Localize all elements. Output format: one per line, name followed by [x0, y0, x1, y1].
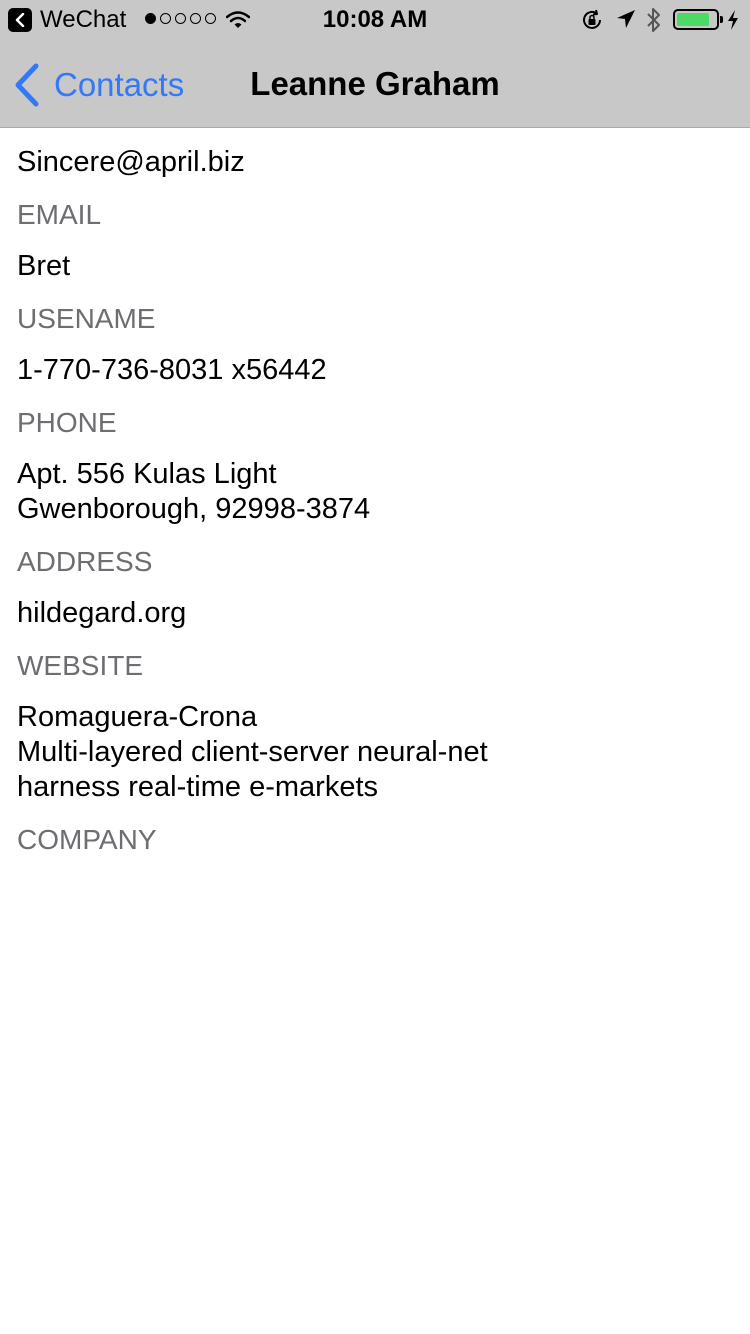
- charging-bolt-icon: [728, 10, 738, 30]
- battery-level-fill: [677, 13, 709, 26]
- website-field: hildegard.org WEBSITE: [17, 596, 733, 683]
- contact-details: Sincere@april.biz EMAIL Bret USENAME 1-7…: [17, 128, 733, 857]
- battery-icon: [673, 9, 723, 30]
- battery-nub: [720, 16, 723, 23]
- email-field: Sincere@april.biz EMAIL: [17, 145, 733, 232]
- email-label: EMAIL: [17, 199, 102, 230]
- phone-label: PHONE: [17, 407, 117, 438]
- username-label: USENAME: [17, 303, 156, 334]
- website-label: WEBSITE: [17, 650, 144, 681]
- address-label: ADDRESS: [17, 546, 153, 577]
- bluetooth-icon: [647, 8, 660, 32]
- website-value[interactable]: hildegard.org: [17, 596, 733, 631]
- company-field: Romaguera-Crona Multi-layered client-ser…: [17, 700, 733, 857]
- email-value[interactable]: Sincere@april.biz: [17, 145, 733, 180]
- username-value: Bret: [17, 250, 71, 282]
- status-bar: WeChat 10:08 AM: [0, 0, 750, 40]
- rotation-lock-icon: [583, 9, 601, 29]
- status-time: 10:08 AM: [322, 6, 428, 33]
- phone-value[interactable]: 1-770-736-8031 x56442: [17, 353, 733, 388]
- company-label: COMPANY: [17, 824, 157, 855]
- address-value[interactable]: Apt. 556 Kulas Light Gwenborough, 92998-…: [17, 457, 733, 527]
- top-bar: WeChat 10:08 AM Contacts Leanne Graham: [0, 0, 750, 128]
- address-field: Apt. 556 Kulas Light Gwenborough, 92998-…: [17, 457, 733, 579]
- company-value: Romaguera-Crona Multi-layered client-ser…: [17, 701, 488, 803]
- username-field: Bret USENAME: [17, 249, 733, 336]
- location-icon: [617, 10, 635, 28]
- phone-field: 1-770-736-8031 x56442 PHONE: [17, 353, 733, 440]
- page-title: Leanne Graham: [250, 65, 500, 102]
